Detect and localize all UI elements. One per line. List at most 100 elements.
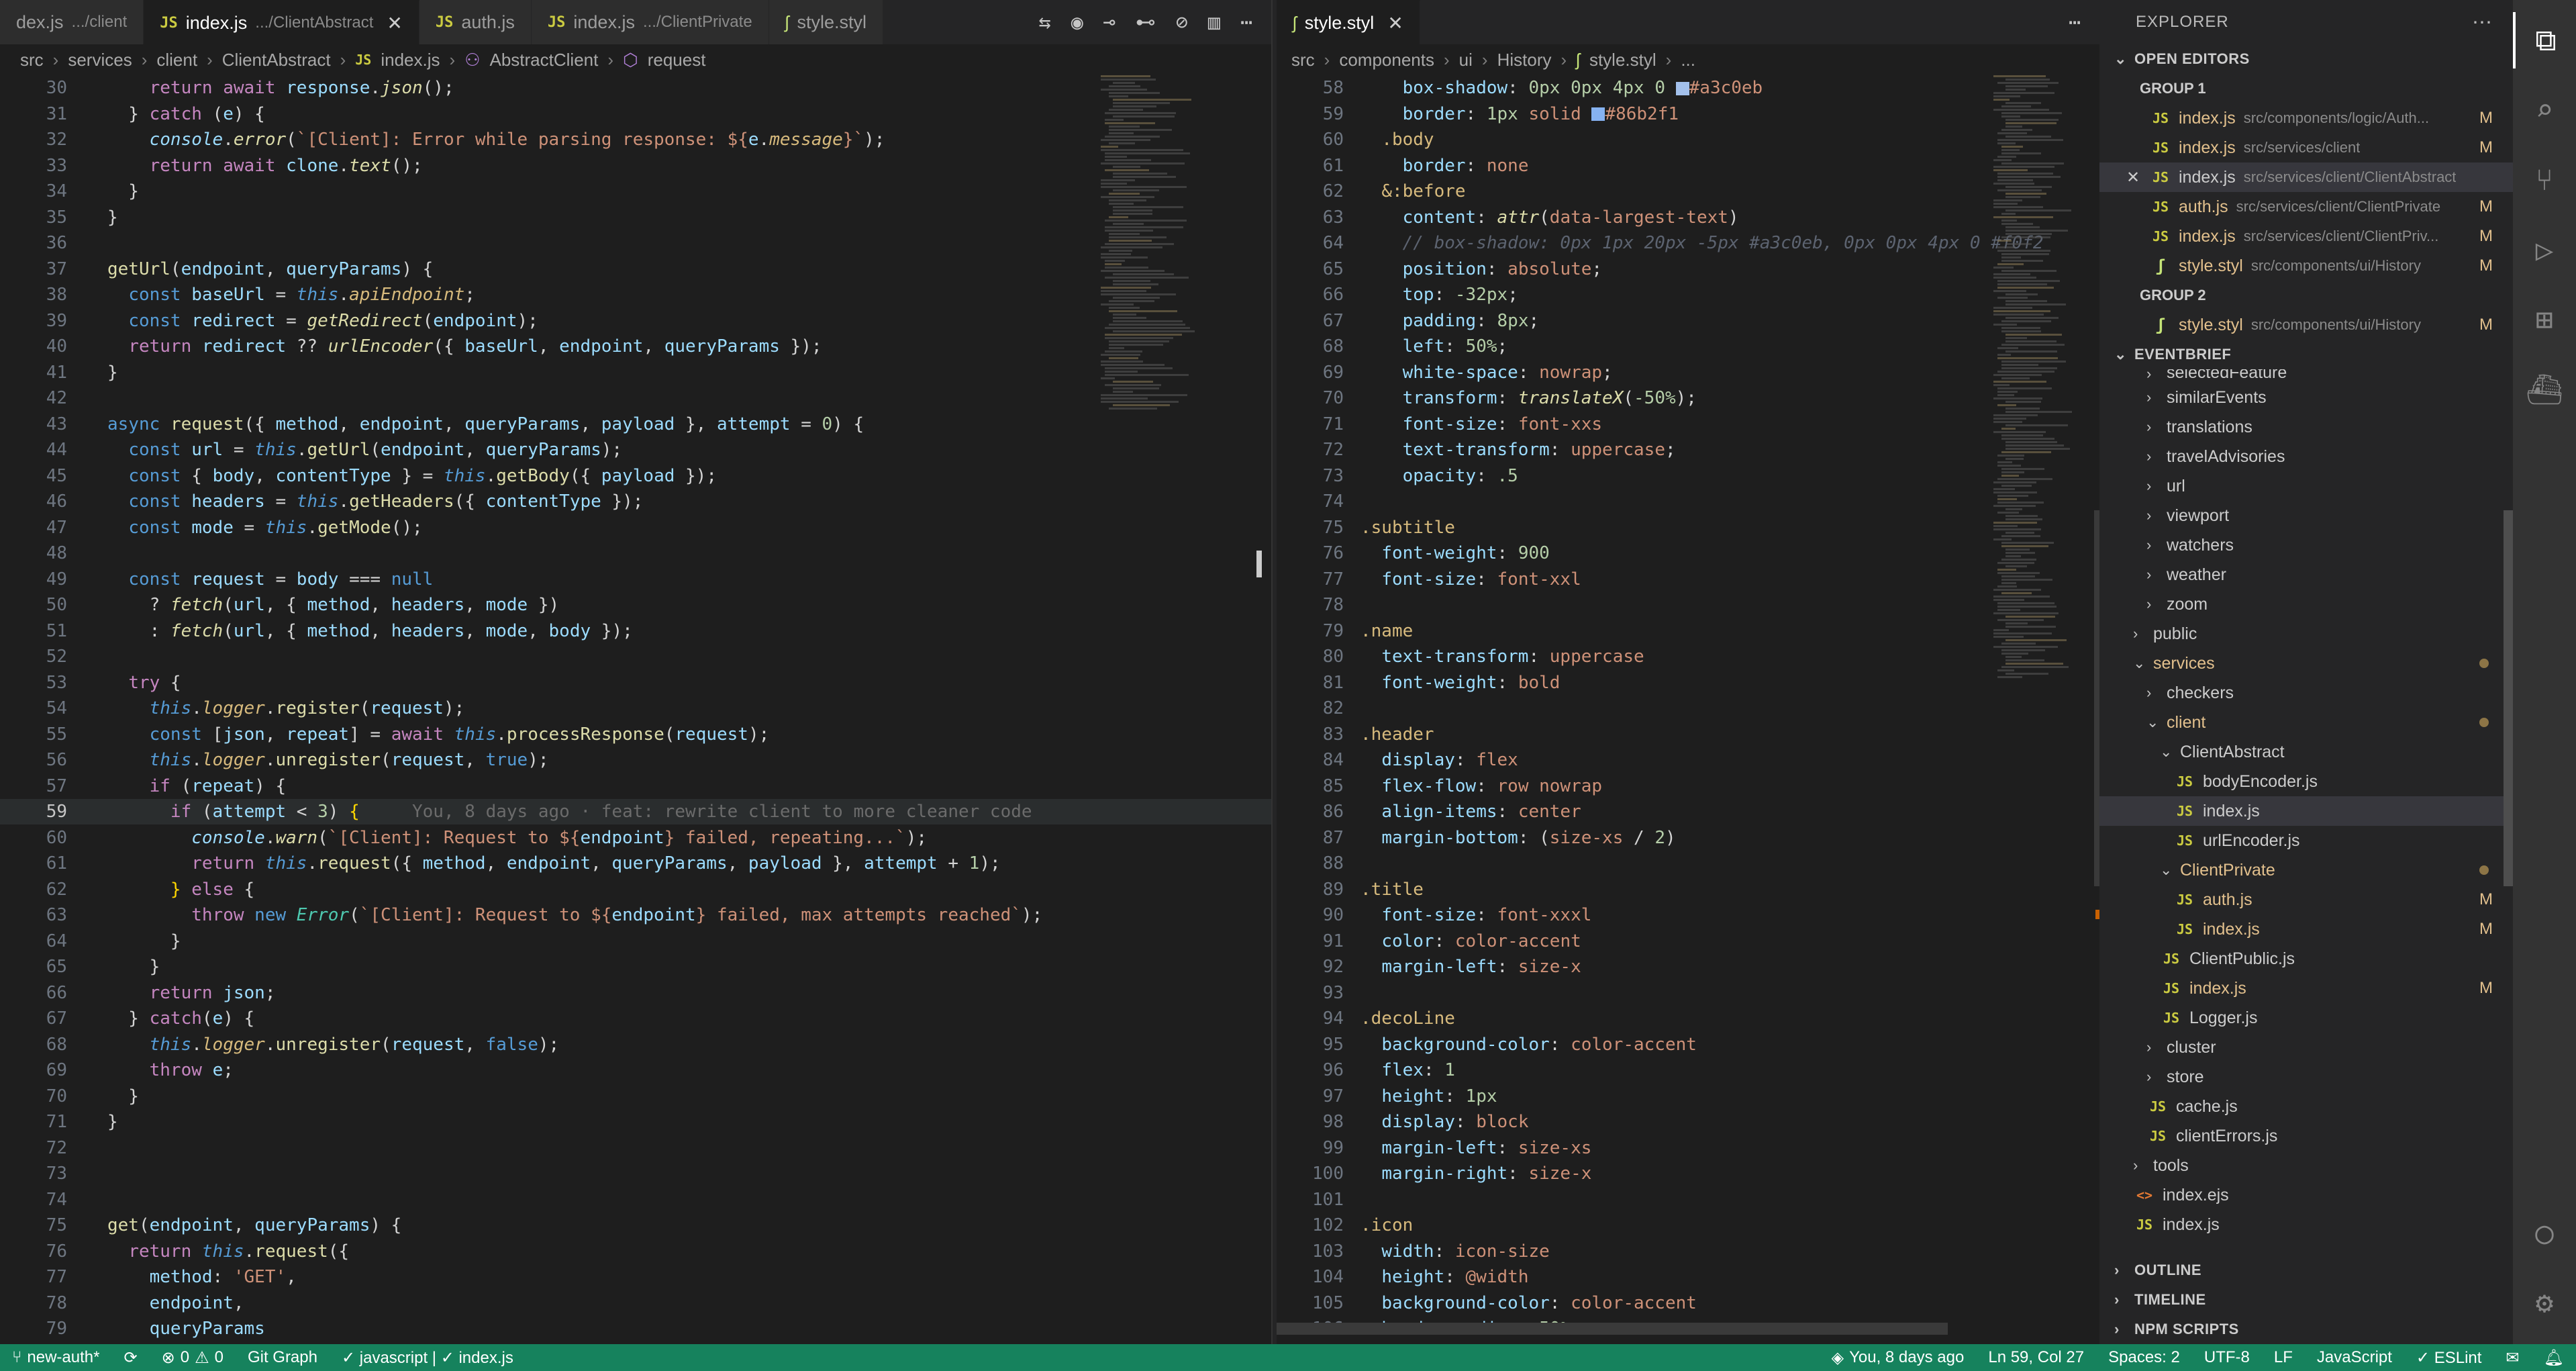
code-line[interactable]: 43 async request({ method, endpoint, quer… [0,412,1271,437]
encoding[interactable]: UTF-8 [2192,1348,2262,1367]
line-number[interactable]: 82 [1277,696,1344,721]
code-line[interactable]: 63 content: attr(data-largest-text) [1277,205,2099,230]
indentation[interactable]: Spaces: 2 [2096,1348,2192,1367]
line-number[interactable]: 99 [1277,1135,1344,1161]
line-number[interactable]: 43 [0,412,67,437]
more-actions-icon[interactable]: ⋯ [2069,11,2081,34]
line-number[interactable]: 67 [1277,308,1344,334]
line-number[interactable]: 42 [0,385,67,411]
open-editors-section[interactable]: ⌄ OPEN EDITORS [2099,44,2513,74]
tree-file[interactable]: JS Logger.js [2099,1003,2513,1033]
toggle-blame-icon[interactable]: ◉ [1071,11,1083,34]
scrollbar-thumb[interactable] [2094,510,2099,886]
code-line[interactable]: 40 return redirect ?? urlEncoder({ baseU… [0,334,1271,359]
line-number[interactable]: 69 [0,1057,67,1083]
code-line[interactable]: 65 position: absolute; [1277,256,2099,282]
code-line[interactable]: 64 } [0,929,1271,954]
code-line[interactable]: 92 margin-left: size-x [1277,954,2099,980]
code-line[interactable]: 104 height: @width [1277,1264,2099,1290]
line-number[interactable]: 51 [0,618,67,644]
line-number[interactable]: 70 [1277,385,1344,411]
code-line[interactable]: 94 .decoLine [1277,1006,2099,1031]
line-number[interactable]: 36 [0,230,67,256]
line-number[interactable]: 100 [1277,1161,1344,1186]
line-number[interactable]: 30 [0,75,67,101]
tree-folder[interactable]: › public [2099,619,2513,649]
breadcrumb-item[interactable]: services [68,50,132,70]
close-icon[interactable]: ✕ [1387,12,1403,34]
breadcrumb-item[interactable]: src [1291,50,1315,70]
code-line[interactable]: 80 text-transform: uppercase [1277,644,2099,669]
code-line[interactable]: 76 font-weight: 900 [1277,540,2099,566]
files-icon[interactable]: ⧉ [2513,12,2576,68]
code-line[interactable]: 47 const mode = this.getMode(); [0,515,1271,540]
line-number[interactable]: 63 [1277,205,1344,230]
line-number[interactable]: 88 [1277,851,1344,876]
breadcrumb-item[interactable]: ... [1681,50,1695,70]
timeline-section[interactable]: › TIMELINE [2099,1285,2513,1315]
tree-file[interactable]: JS index.js [2099,1210,2513,1239]
line-number[interactable]: 97 [1277,1084,1344,1109]
line-number[interactable]: 56 [0,747,67,773]
language-mode[interactable]: JavaScript [2305,1348,2404,1367]
tree-folder[interactable]: › url [2099,471,2513,501]
tree-folder[interactable]: › tools [2099,1151,2513,1180]
code-line[interactable]: 31 } catch (e) { [0,101,1271,127]
code-line[interactable]: 78 endpoint, [0,1290,1271,1316]
code-line[interactable]: 41} [0,360,1271,385]
code-line[interactable]: 105 background-color: color-accent [1277,1290,2099,1316]
line-number[interactable]: 77 [0,1264,67,1290]
line-number[interactable]: 41 [0,360,67,385]
feedback-button[interactable]: ✉ [2493,1348,2531,1368]
tree-folder[interactable]: ⌄ client [2099,708,2513,737]
code-line[interactable]: 89 .title [1277,877,2099,902]
settings-gear-icon[interactable]: ⚙ [2513,1274,2576,1331]
tree-file[interactable]: JS index.js M [2099,974,2513,1003]
line-number[interactable]: 60 [0,825,67,851]
code-line[interactable]: 39 const redirect = getRedirect(endpoint… [0,308,1271,334]
tree-folder[interactable]: › zoom [2099,589,2513,619]
close-icon[interactable]: ✕ [387,12,402,34]
line-number[interactable]: 48 [0,540,67,566]
open-editor-item[interactable]: JS index.js src/services/client/ClientPriv… [2099,222,2513,251]
code-line[interactable]: 70 } [0,1084,1271,1109]
line-number[interactable]: 96 [1277,1057,1344,1083]
line-number[interactable]: 44 [0,437,67,463]
open-changes-icon[interactable]: ⇆ [1039,11,1051,34]
code-line[interactable]: 63 throw new Error(`[Client]: Request to… [0,902,1271,928]
line-number[interactable]: 74 [1277,489,1344,514]
code-line[interactable]: 44 const url = this.getUrl(endpoint, que… [0,437,1271,463]
code-line[interactable]: 48 [0,540,1271,566]
line-number[interactable]: 76 [1277,540,1344,566]
line-number[interactable]: 66 [0,980,67,1006]
tree-folder[interactable]: › watchers [2099,530,2513,560]
line-number[interactable]: 103 [1277,1239,1344,1264]
tree-file[interactable]: › selectedFeature [2099,369,2513,383]
code-editor-left[interactable]: 30 return await response.json(); 31 } cat… [0,75,1271,1344]
lint-status[interactable]: ✓ javascript | ✓ index.js [330,1348,526,1368]
line-number[interactable]: 75 [1277,515,1344,540]
code-line[interactable]: 86 align-items: center [1277,799,2099,824]
code-line[interactable]: 74 [0,1187,1271,1213]
line-number[interactable]: 54 [0,696,67,721]
code-line[interactable]: 95 background-color: color-accent [1277,1032,2099,1057]
tab-auth[interactable]: JS auth.js [419,0,532,44]
tree-folder[interactable]: › cluster [2099,1033,2513,1062]
line-number[interactable]: 72 [0,1135,67,1161]
line-number[interactable]: 93 [1277,980,1344,1006]
open-editor-item[interactable]: JS index.js src/services/client M [2099,133,2513,162]
code-line[interactable]: 65 } [0,954,1271,980]
tree-folder[interactable]: › store [2099,1062,2513,1092]
code-line[interactable]: 59 border: 1px solid #86b2f1 [1277,101,2099,127]
line-number[interactable]: 62 [1277,179,1344,204]
code-line[interactable]: 85 flex-flow: row nowrap [1277,773,2099,799]
code-line[interactable]: 73 [0,1161,1271,1186]
previous-change-icon[interactable]: ⊸ [1103,11,1116,34]
code-line[interactable]: 73 opacity: .5 [1277,463,2099,489]
code-line[interactable]: 71} [0,1109,1271,1135]
line-number[interactable]: 39 [0,308,67,334]
tree-folder[interactable]: › translations [2099,412,2513,442]
tree-folder[interactable]: ⌄ services [2099,649,2513,678]
line-number[interactable]: 33 [0,153,67,179]
breadcrumb-item[interactable]: src [20,50,44,70]
